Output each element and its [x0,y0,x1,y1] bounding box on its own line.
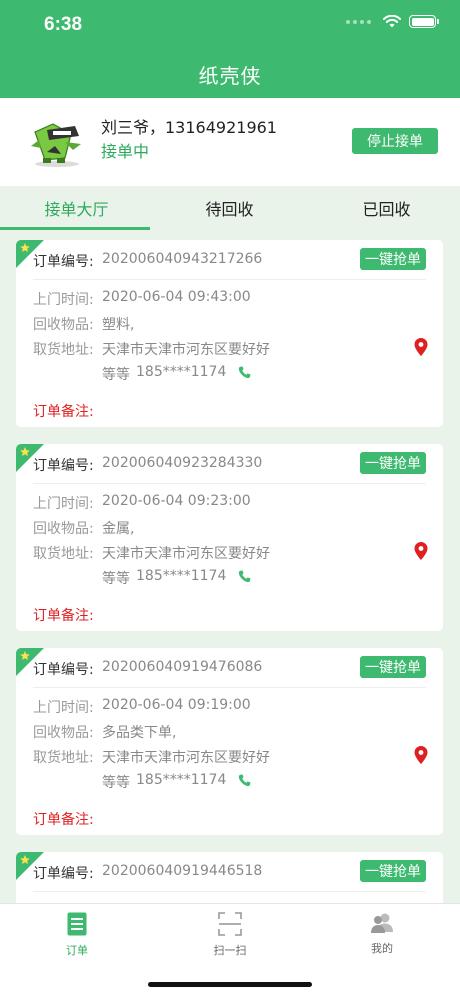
order-no-label: 订单编号: [33,254,94,270]
header-bar: 6:38 纸壳侠 [0,0,460,98]
user-name-phone: 刘三爷，13164921961 [101,118,277,137]
divider [33,483,426,484]
profile-section: 刘三爷，13164921961 接单中 停止接单 [0,98,460,186]
order-card[interactable]: 订单编号: 202006040923284330 一键抢单 上门时间: 2020… [16,444,443,631]
tabbar-label: 扫一扫 [213,944,247,957]
tabbar-label: 订单 [66,944,88,957]
contact-phone: 185****1174 [136,568,227,584]
scan-icon [218,912,242,936]
address-label: 取货地址: [33,546,94,562]
order-no-label: 订单编号: [33,662,94,678]
mascot-avatar [31,123,81,167]
tabbar-label: 我的 [371,942,393,955]
address-label: 取货地址: [33,342,94,358]
address-line1: 天津市天津市河东区要好好 [102,750,270,766]
order-no-value: 202006040919446518 [102,863,263,879]
divider [33,891,426,892]
address-label: 取货地址: [33,750,94,766]
divider [33,279,426,280]
visit-time-value: 2020-06-04 09:23:00 [102,493,251,509]
grab-order-button[interactable]: 一键抢单 [360,452,426,474]
app-title: 纸壳侠 [198,64,262,88]
location-pin-icon[interactable] [414,338,428,356]
tab-recycled[interactable]: 已回收 [310,186,460,230]
grab-order-button[interactable]: 一键抢单 [360,860,426,882]
items-value: 塑料, [102,317,135,333]
status-icons [346,15,439,28]
order-remark-label: 订单备注: [33,608,94,624]
contact-phone: 185****1174 [136,364,227,380]
contact-phone: 185****1174 [136,772,227,788]
order-no-value: 202006040923284330 [102,455,263,471]
grab-order-button[interactable]: 一键抢单 [360,248,426,270]
order-remark-label: 订单备注: [33,812,94,828]
tabbar-scan[interactable]: 扫一扫 [190,912,270,958]
grab-order-button[interactable]: 一键抢单 [360,656,426,678]
visit-time-label: 上门时间: [33,700,94,716]
user-icon [371,913,393,933]
order-remark-label: 订单备注: [33,404,94,420]
order-card[interactable]: 订单编号: 202006040943217266 一键抢单 上门时间: 2020… [16,240,443,427]
status-time: 6:38 [44,14,83,35]
stop-accepting-button[interactable]: 停止接单 [352,128,438,154]
order-card[interactable]: 订单编号: 202006040919446518 一键抢单 [16,852,443,903]
phone-icon[interactable] [238,570,251,583]
visit-time-value: 2020-06-04 09:43:00 [102,289,251,305]
tab-order-hall[interactable]: 接单大厅 [0,186,153,230]
address-line1: 天津市天津市河东区要好好 [102,546,270,562]
order-tabs: 接单大厅 待回收 已回收 [0,186,460,230]
battery-icon [409,15,439,28]
user-status: 接单中 [101,142,150,161]
visit-time-value: 2020-06-04 09:19:00 [102,697,251,713]
order-no-label: 订单编号: [33,866,94,882]
address-line1: 天津市天津市河东区要好好 [102,342,270,358]
tabbar-mine[interactable]: 我的 [342,912,422,956]
signal-icon [346,19,371,24]
phone-icon[interactable] [238,774,251,787]
items-value: 多品类下单, [102,725,177,741]
address-line2: 等等 [102,367,130,383]
order-no-label: 订单编号: [33,458,94,474]
address-line2: 等等 [102,571,130,587]
location-pin-icon[interactable] [414,542,428,560]
items-label: 回收物品: [33,725,94,741]
order-list-icon [67,912,87,936]
address-line2: 等等 [102,775,130,791]
tab-pending[interactable]: 待回收 [153,186,306,230]
home-indicator [148,982,312,987]
tabbar-orders[interactable]: 订单 [37,912,117,958]
wifi-icon [383,15,401,28]
items-label: 回收物品: [33,317,94,333]
items-label: 回收物品: [33,521,94,537]
visit-time-label: 上门时间: [33,496,94,512]
location-pin-icon[interactable] [414,746,428,764]
phone-icon[interactable] [238,366,251,379]
order-card[interactable]: 订单编号: 202006040919476086 一键抢单 上门时间: 2020… [16,648,443,835]
order-no-value: 202006040919476086 [102,659,263,675]
tab-active-indicator [0,227,150,230]
divider [33,687,426,688]
items-value: 金属, [102,521,135,537]
order-no-value: 202006040943217266 [102,251,263,267]
visit-time-label: 上门时间: [33,292,94,308]
